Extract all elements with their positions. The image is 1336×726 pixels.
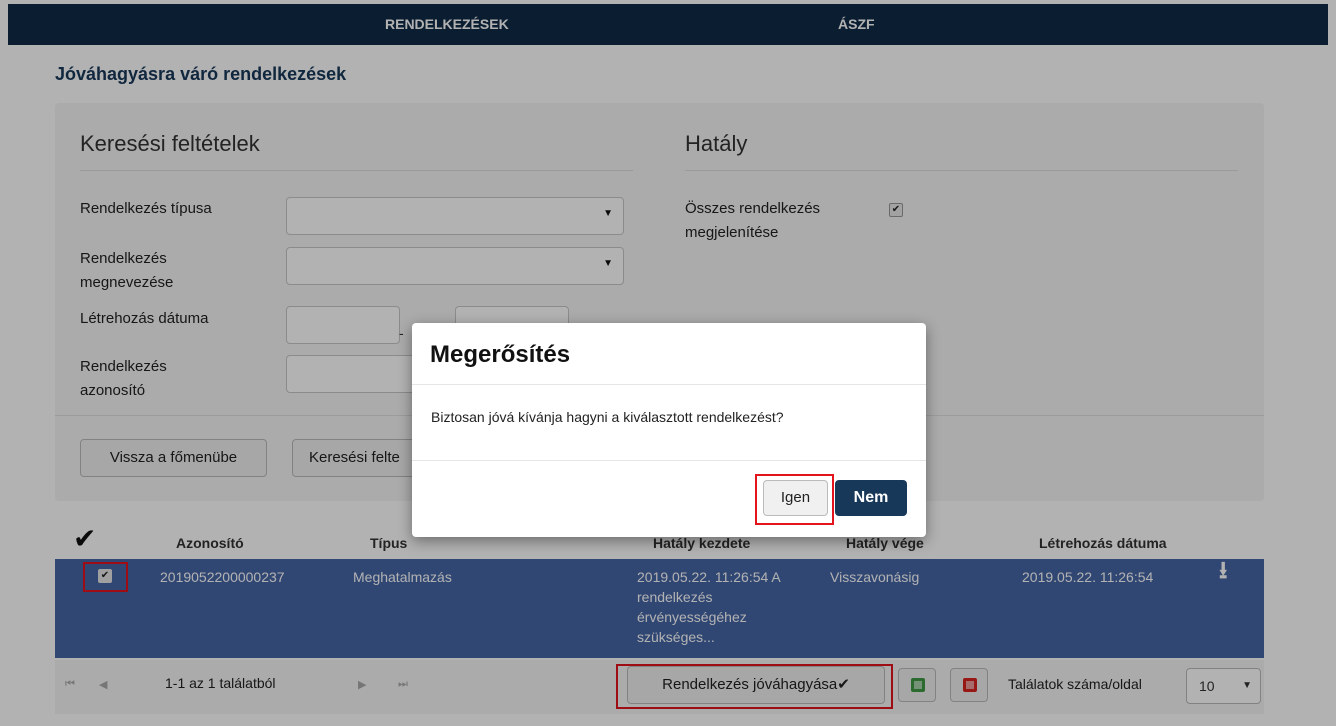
dialog-footer-divider bbox=[412, 460, 926, 461]
yes-button-highlight bbox=[755, 474, 834, 525]
no-button[interactable]: Nem bbox=[835, 480, 907, 516]
dialog-message: Biztosan jóvá kívánja hagyni a kiválaszt… bbox=[431, 409, 784, 425]
dialog-title: Megerősítés bbox=[430, 341, 571, 368]
confirmation-dialog: Megerősítés Biztosan jóvá kívánja hagyni… bbox=[412, 323, 926, 537]
dialog-header-divider bbox=[412, 384, 926, 385]
